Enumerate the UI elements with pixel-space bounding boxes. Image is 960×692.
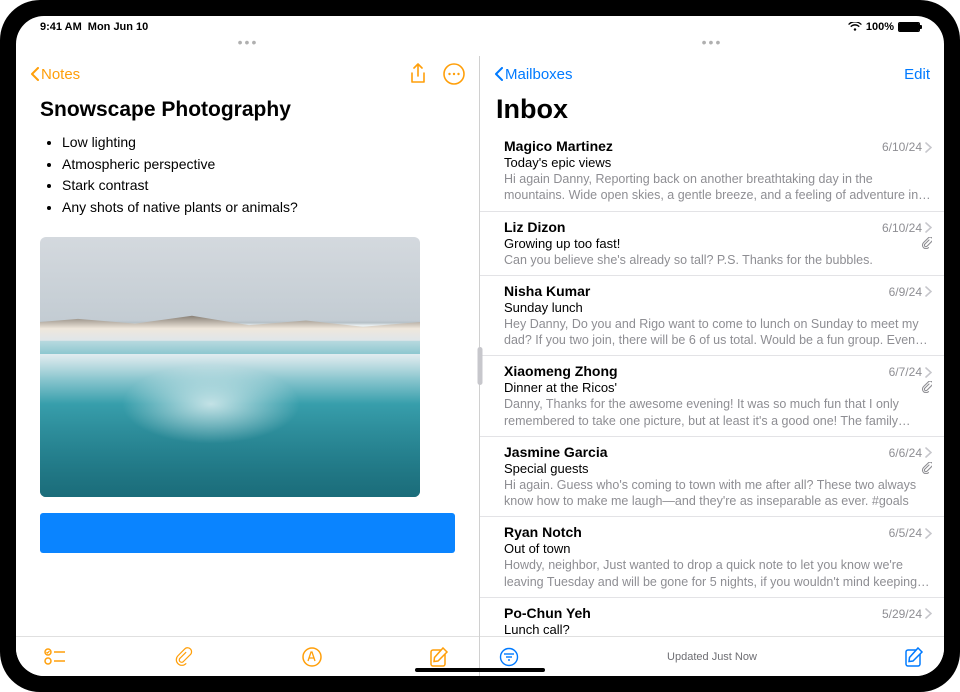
chevron-right-icon (925, 608, 932, 619)
message-sender: Po-Chun Yeh (504, 605, 591, 621)
chevron-right-icon (925, 447, 932, 458)
compose-note-button[interactable] (429, 646, 451, 668)
share-icon (409, 63, 427, 85)
checklist-icon (44, 648, 66, 666)
message-preview: Can you believe she's already so tall? P… (504, 252, 932, 268)
attachment-icon (921, 381, 932, 393)
chevron-right-icon (925, 286, 932, 297)
markup-button[interactable] (301, 646, 323, 668)
attachment-button[interactable] (172, 646, 194, 668)
split-view-divider[interactable] (478, 347, 483, 385)
message-date: 6/10/24 (882, 140, 932, 154)
notes-back-button[interactable]: Notes (30, 66, 80, 83)
notes-back-label: Notes (41, 66, 80, 83)
status-bar: 9:41 AM Mon Jun 10 100% (16, 16, 944, 38)
mail-status-text: Updated Just Now (520, 651, 904, 663)
message-subject: Dinner at the Ricos' (504, 380, 617, 395)
wifi-icon (848, 22, 862, 32)
message-preview: Danny, Thanks for the awesome evening! I… (504, 396, 932, 429)
mail-message-row[interactable]: Po-Chun Yeh 5/29/24 Lunch call? (480, 598, 944, 636)
message-subject: Sunday lunch (504, 300, 583, 315)
chevron-right-icon (925, 528, 932, 539)
mail-message-row[interactable]: Xiaomeng Zhong 6/7/24 Dinner at the Rico… (480, 356, 944, 437)
mailboxes-label: Mailboxes (505, 66, 573, 83)
battery-percent: 100% (866, 21, 894, 33)
mail-app-pane: Mailboxes Edit Inbox Magico Martinez 6/1… (480, 56, 944, 676)
markup-icon (301, 646, 323, 668)
mail-message-list[interactable]: Magico Martinez 6/10/24 Today's epic vie… (480, 131, 944, 636)
message-sender: Jasmine Garcia (504, 444, 608, 460)
message-date: 6/7/24 (889, 365, 932, 379)
mail-toolbar: Updated Just Now (480, 636, 944, 676)
note-title: Snowscape Photography (40, 98, 455, 122)
battery-icon (898, 22, 920, 32)
ellipsis-circle-icon (443, 63, 465, 85)
note-bullet: Atmospheric perspective (62, 154, 455, 176)
mail-message-row[interactable]: Jasmine Garcia 6/6/24 Special guests Hi … (480, 437, 944, 518)
chevron-right-icon (925, 367, 932, 378)
chevron-right-icon (925, 142, 932, 153)
mail-message-row[interactable]: Nisha Kumar 6/9/24 Sunday lunch Hey Dann… (480, 276, 944, 357)
mail-message-row[interactable]: Liz Dizon 6/10/24 Growing up too fast! C… (480, 212, 944, 276)
notes-toolbar (16, 636, 479, 676)
attachment-icon (921, 462, 932, 474)
note-bullet-list: Low lightingAtmospheric perspectiveStark… (40, 132, 455, 219)
note-image-selection[interactable] (40, 513, 455, 553)
message-sender: Ryan Notch (504, 524, 582, 540)
message-preview: Hi again. Guess who's coming to town wit… (504, 477, 932, 510)
message-subject: Out of town (504, 541, 570, 556)
note-content[interactable]: Snowscape Photography Low lightingAtmosp… (16, 92, 479, 636)
message-subject: Lunch call? (504, 622, 570, 636)
status-time: 9:41 AM (40, 21, 82, 33)
filter-icon (499, 647, 519, 667)
note-image[interactable] (40, 237, 420, 497)
message-sender: Liz Dizon (504, 219, 565, 235)
chevron-left-icon (30, 67, 39, 81)
mailbox-title: Inbox (480, 92, 944, 131)
message-subject: Special guests (504, 461, 589, 476)
message-preview: Howdy, neighbor, Just wanted to drop a q… (504, 557, 932, 590)
message-date: 5/29/24 (882, 607, 932, 621)
note-bullet: Low lighting (62, 132, 455, 154)
attachment-icon (921, 237, 932, 249)
message-sender: Xiaomeng Zhong (504, 363, 618, 379)
note-bullet: Any shots of native plants or animals? (62, 197, 455, 219)
status-date: Mon Jun 10 (88, 21, 149, 33)
compose-icon (429, 646, 451, 668)
message-sender: Nisha Kumar (504, 283, 590, 299)
multitask-handles: ••• ••• (16, 38, 944, 56)
mailboxes-back-button[interactable]: Mailboxes (494, 66, 573, 83)
note-bullet: Stark contrast (62, 175, 455, 197)
message-date: 6/9/24 (889, 285, 932, 299)
checklist-button[interactable] (44, 646, 66, 668)
chevron-left-icon (494, 67, 503, 81)
message-date: 6/6/24 (889, 446, 932, 460)
message-sender: Magico Martinez (504, 138, 613, 154)
mail-message-row[interactable]: Magico Martinez 6/10/24 Today's epic vie… (480, 131, 944, 212)
mail-edit-button[interactable]: Edit (904, 66, 930, 83)
message-preview: Hi again Danny, Reporting back on anothe… (504, 171, 932, 204)
message-date: 6/5/24 (889, 526, 932, 540)
share-button[interactable] (407, 63, 429, 85)
message-date: 6/10/24 (882, 221, 932, 235)
message-preview: Hey Danny, Do you and Rigo want to come … (504, 316, 932, 349)
compose-mail-button[interactable] (904, 646, 926, 668)
multitask-handle-right[interactable]: ••• (480, 38, 944, 56)
more-button[interactable] (443, 63, 465, 85)
paperclip-icon (173, 646, 193, 668)
chevron-right-icon (925, 222, 932, 233)
message-subject: Today's epic views (504, 155, 611, 170)
message-subject: Growing up too fast! (504, 236, 620, 251)
compose-icon (904, 646, 926, 668)
notes-nav-bar: Notes (16, 56, 479, 92)
multitask-handle-left[interactable]: ••• (16, 38, 480, 56)
mail-message-row[interactable]: Ryan Notch 6/5/24 Out of town Howdy, nei… (480, 517, 944, 598)
notes-app-pane: Notes Snowscape Photography Low l (16, 56, 480, 676)
home-indicator[interactable] (415, 668, 545, 672)
mail-nav-bar: Mailboxes Edit (480, 56, 944, 92)
filter-button[interactable] (498, 646, 520, 668)
